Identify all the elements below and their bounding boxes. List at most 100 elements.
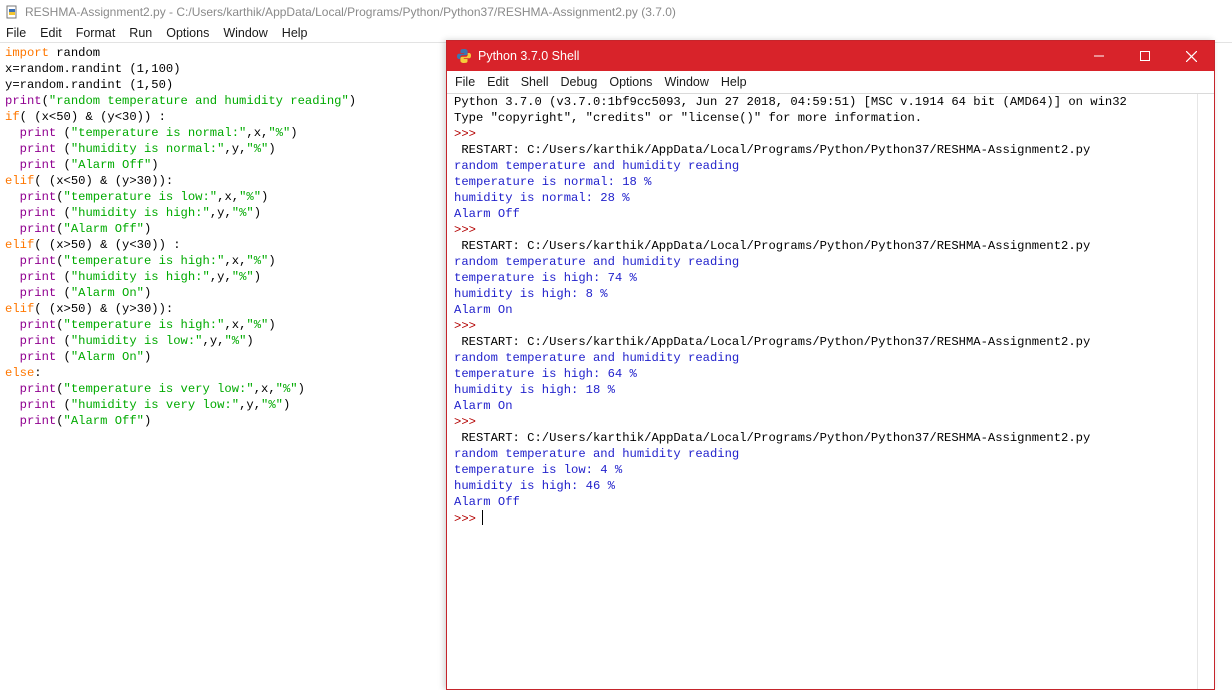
menu-window[interactable]: Window <box>216 26 274 40</box>
shell-line: temperature is high: 64 % <box>454 367 637 381</box>
code-line: print ("Alarm On") <box>5 349 445 365</box>
code-token: ) <box>268 142 276 156</box>
shell-menu-window[interactable]: Window <box>658 75 714 89</box>
code-token: random <box>48 46 101 60</box>
string-token: "humidity is high:" <box>70 270 210 284</box>
code-token: ( <box>56 126 71 140</box>
string-token: "%" <box>231 270 254 284</box>
code-token: ( <box>56 318 64 332</box>
shell-menu-help[interactable]: Help <box>715 75 753 89</box>
menu-format[interactable]: Format <box>69 26 123 40</box>
string-token: "%" <box>268 126 291 140</box>
shell-menu-edit[interactable]: Edit <box>481 75 515 89</box>
code-token: ) <box>253 270 262 284</box>
code-token: ) <box>282 398 291 412</box>
builtin-token: print <box>5 318 57 332</box>
code-token: ( <box>56 190 64 204</box>
code-token: ) <box>143 350 152 364</box>
builtin-token: print <box>5 350 57 364</box>
code-line: x=random.randint (1,100) <box>5 61 445 77</box>
code-token: ( <box>41 94 49 108</box>
shell-menu-shell[interactable]: Shell <box>515 75 555 89</box>
shell-line: temperature is high: 74 % <box>454 271 637 285</box>
shell-line: temperature is low: 4 % <box>454 463 623 477</box>
code-line: print ("temperature is normal:",x,"%") <box>5 125 445 141</box>
builtin-token: print <box>5 126 57 140</box>
builtin-token: print <box>5 334 57 348</box>
menu-run[interactable]: Run <box>122 26 159 40</box>
shell-line: RESTART: C:/Users/karthik/AppData/Local/… <box>454 431 1091 445</box>
shell-prompt: >>> <box>454 223 476 237</box>
code-token: ) <box>246 334 254 348</box>
code-line: print ("Alarm On") <box>5 285 445 301</box>
keyword-token: elif <box>5 238 35 252</box>
keyword-token: if <box>5 110 20 124</box>
string-token: "%" <box>275 382 298 396</box>
code-token: ) <box>253 206 262 220</box>
shell-line: Type "copyright", "credits" or "license(… <box>454 111 923 125</box>
string-token: "random temperature and humidity reading… <box>48 94 349 108</box>
builtin-token: print <box>5 270 57 284</box>
code-token: ( <box>56 222 64 236</box>
string-token: "Alarm On" <box>70 286 144 300</box>
menu-help[interactable]: Help <box>275 26 315 40</box>
shell-line: Alarm Off <box>454 495 520 509</box>
code-line: print ("humidity is normal:",y,"%") <box>5 141 445 157</box>
menu-edit[interactable]: Edit <box>33 26 69 40</box>
code-token: ( (x>50) & (y<30)) : <box>34 238 181 252</box>
shell-title: Python 3.7.0 Shell <box>478 49 580 63</box>
shell-menu-debug[interactable]: Debug <box>555 75 604 89</box>
code-line: else: <box>5 365 445 381</box>
shell-line: random temperature and humidity reading <box>454 447 740 461</box>
code-token: ( <box>56 382 64 396</box>
code-token: ,y, <box>224 142 247 156</box>
shell-menu-file[interactable]: File <box>447 75 481 89</box>
shell-line: Python 3.7.0 (v3.7.0:1bf9cc5093, Jun 27 … <box>454 95 1127 109</box>
code-token: ,x, <box>224 318 247 332</box>
code-token: ( <box>56 334 71 348</box>
close-button[interactable] <box>1168 41 1214 71</box>
shell-menu-options[interactable]: Options <box>603 75 658 89</box>
shell-line: Alarm Off <box>454 207 520 221</box>
shell-prompt: >>> <box>454 415 476 429</box>
code-token: : <box>34 366 42 380</box>
shell-line: Alarm On <box>454 303 513 317</box>
shell-input-line[interactable]: >>> <box>454 510 1194 526</box>
code-token: ) <box>297 382 305 396</box>
shell-output[interactable]: Python 3.7.0 (v3.7.0:1bf9cc5093, Jun 27 … <box>454 94 1194 526</box>
keyword-token: else <box>5 366 35 380</box>
code-token: ( <box>56 142 71 156</box>
code-line: import random <box>5 45 445 61</box>
keyword-token: import <box>5 46 49 60</box>
string-token: "%" <box>239 190 262 204</box>
code-line: print("temperature is high:",x,"%") <box>5 317 445 333</box>
minimize-button[interactable] <box>1076 41 1122 71</box>
string-token: "%" <box>246 254 269 268</box>
code-token: ) <box>151 158 159 172</box>
python-logo-icon <box>456 48 472 64</box>
menu-options[interactable]: Options <box>159 26 216 40</box>
code-line: print("temperature is high:",x,"%") <box>5 253 445 269</box>
code-editor[interactable]: import random x=random.randint (1,100) y=r… <box>5 45 445 429</box>
code-token: ( <box>56 350 71 364</box>
maximize-button[interactable] <box>1122 41 1168 71</box>
editor-title: RESHMA-Assignment2.py - C:/Users/karthik… <box>25 5 676 19</box>
shell-line: Alarm On <box>454 399 513 413</box>
code-line: print ("humidity is low:",y,"%") <box>5 333 445 349</box>
menu-file[interactable]: File <box>0 26 33 40</box>
shell-line: temperature is normal: 18 % <box>454 175 652 189</box>
code-token: ) <box>290 126 298 140</box>
editor-titlebar: RESHMA-Assignment2.py - C:/Users/karthik… <box>0 0 1232 24</box>
code-line: print ("humidity is very low:",y,"%") <box>5 397 445 413</box>
builtin-token: print <box>5 190 57 204</box>
shell-prompt: >>> <box>454 319 476 333</box>
string-token: "%" <box>246 318 269 332</box>
code-token: ( <box>56 270 71 284</box>
code-token: ,x, <box>246 126 269 140</box>
code-token: x=random.randint (1,100) <box>5 62 181 76</box>
shell-titlebar[interactable]: Python 3.7.0 Shell <box>447 41 1214 71</box>
string-token: "Alarm On" <box>70 350 144 364</box>
vertical-scrollbar[interactable] <box>1197 94 1214 689</box>
code-line: if( (x<50) & (y<30)) : <box>5 109 445 125</box>
shell-prompt: >>> <box>454 512 476 526</box>
